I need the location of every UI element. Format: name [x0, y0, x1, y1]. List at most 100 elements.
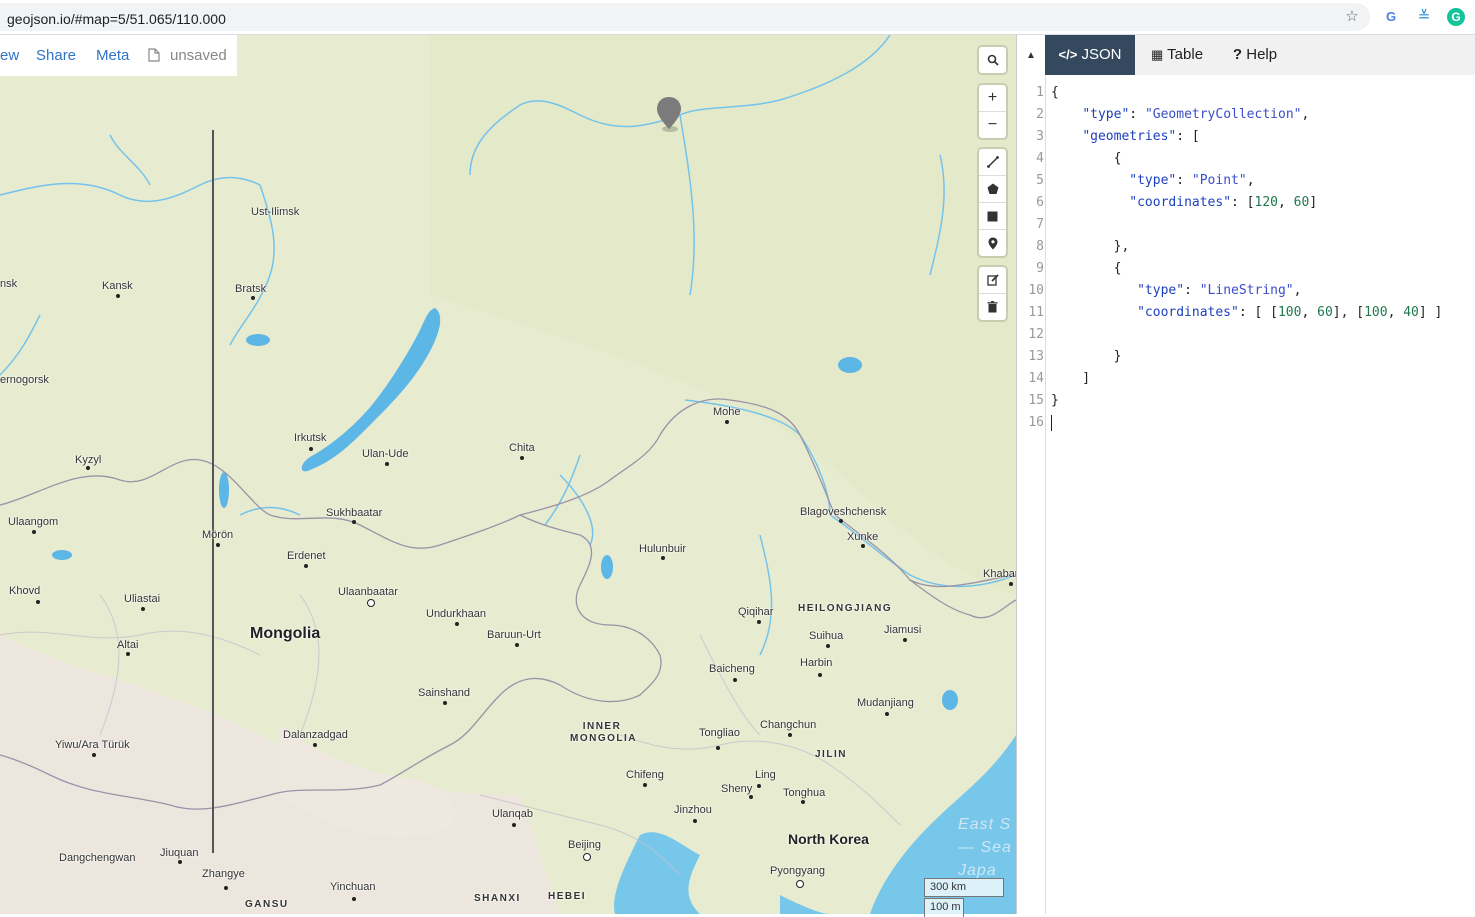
code-line: {: [1051, 85, 1059, 100]
code-line: [1051, 412, 1442, 434]
place-label: Baruun-Urt: [487, 629, 541, 641]
place-dot: [757, 784, 761, 788]
place-label: Qiqihar: [738, 606, 774, 618]
place-dot: [251, 296, 255, 300]
place-label: Sukhbaatar: [326, 507, 383, 519]
line-number: 5: [1036, 173, 1044, 188]
region-label: JILIN: [815, 749, 847, 760]
place-dot: [733, 678, 737, 682]
place-dot: [352, 520, 356, 524]
place-label: Ulan-Ude: [362, 448, 409, 460]
line-number: 16: [1028, 415, 1044, 430]
place-label: ernogorsk: [0, 374, 49, 386]
place-label: Chita: [509, 442, 535, 454]
code-line: "type": "GeometryCollection",: [1082, 107, 1310, 122]
collapse-arrow-icon[interactable]: ▲: [1026, 50, 1036, 61]
map-marker[interactable]: [654, 95, 684, 135]
place-label: Jiamusi: [884, 624, 922, 636]
place-dot: [455, 622, 459, 626]
code-line: "coordinates": [120, 60]: [1129, 195, 1318, 210]
edit-icon[interactable]: [979, 267, 1006, 294]
line-number: 11: [1028, 305, 1044, 320]
scale-bar-mi: 100 m: [924, 898, 964, 917]
tab-table-label: Table: [1167, 46, 1204, 63]
line-number: 6: [1036, 195, 1044, 210]
draw-rectangle-icon[interactable]: [979, 203, 1006, 230]
panel-tabs: </> JSON ▦ Table ? Help: [1045, 35, 1475, 75]
top-toolbar: ew Share Meta unsaved: [0, 35, 237, 76]
code-content[interactable]: { "type": "GeometryCollection", "geometr…: [1051, 82, 1442, 434]
line-number: 3: [1036, 129, 1044, 144]
place-dot: [224, 886, 228, 890]
tab-table[interactable]: ▦ Table: [1141, 35, 1213, 75]
place-dot: [86, 466, 90, 470]
line-number: 7: [1036, 217, 1044, 232]
tab-json[interactable]: </> JSON: [1045, 35, 1135, 75]
code-line: }: [1051, 349, 1122, 364]
draw-marker-icon[interactable]: [979, 230, 1006, 256]
tab-help[interactable]: ? Help: [1223, 35, 1287, 75]
place-dot: [309, 447, 313, 451]
place-dot: [313, 743, 317, 747]
draw-line-icon[interactable]: [979, 149, 1006, 176]
map-canvas[interactable]: Ust-Ilimsk Kansk Bratsk nsk ernogorsk Ir…: [0, 35, 1016, 914]
draw-polygon-icon[interactable]: [979, 176, 1006, 203]
line-number-gutter: 1 2 3 4 5 6 7 8 9 10 11 12 13 14 15 16: [1016, 82, 1044, 434]
place-label: Sainshand: [418, 687, 470, 699]
sea-label: East S — Sea Japa: [958, 816, 1012, 879]
place-label: Tonghua: [783, 787, 826, 799]
place-dot: [725, 420, 729, 424]
region-label: SHANXI: [474, 893, 521, 904]
place-dot: [32, 530, 36, 534]
place-label: Zhangye: [202, 868, 245, 880]
url-field[interactable]: geojson.io/#map=5/51.065/110.000: [0, 3, 1370, 31]
line-number: 14: [1028, 371, 1044, 386]
place-dot: [36, 600, 40, 604]
place-label: Altai: [117, 639, 139, 651]
new-menu[interactable]: ew: [0, 47, 19, 64]
place-dot: [861, 544, 865, 548]
star-icon[interactable]: ☆: [1343, 8, 1361, 26]
country-label: Mongolia: [250, 625, 321, 642]
feedly-icon[interactable]: ≚: [1415, 8, 1433, 26]
place-label: Uliastai: [124, 593, 161, 605]
code-line: },: [1051, 239, 1130, 254]
region-label: INNER MONGOLIA: [570, 721, 637, 744]
tab-help-label: Help: [1246, 46, 1278, 63]
place-dot: [1009, 582, 1013, 586]
line-number: 1: [1036, 85, 1044, 100]
place-dot: [443, 701, 447, 705]
line-number: 12: [1028, 327, 1044, 342]
zoom-control: + −: [979, 85, 1006, 138]
place-label: Changchun: [760, 719, 817, 731]
place-label: Erdenet: [287, 550, 326, 562]
grammarly-icon[interactable]: G: [1447, 8, 1465, 26]
search-icon[interactable]: [979, 47, 1006, 73]
place-dot: [385, 462, 389, 466]
code-icon: </>: [1058, 47, 1078, 62]
draw-control: [979, 149, 1006, 256]
code-line: {: [1051, 261, 1122, 276]
place-label: Bratsk: [235, 283, 267, 295]
place-label: Kansk: [102, 280, 133, 292]
code-line: }: [1051, 393, 1059, 408]
zoom-out-button[interactable]: −: [979, 112, 1006, 138]
place-label: Yiwu/Ara Türük: [55, 739, 130, 751]
place-dot: [818, 673, 822, 677]
place-label: Baicheng: [709, 663, 755, 675]
place-label: Ust-Ilimsk: [251, 206, 300, 218]
place-label: Harbin: [800, 657, 833, 669]
map-basemap: [0, 35, 1016, 914]
meta-menu[interactable]: Meta: [96, 47, 129, 64]
place-label: Chifeng: [626, 769, 664, 781]
code-line: "type": "LineString",: [1137, 283, 1302, 298]
share-menu[interactable]: Share: [36, 47, 76, 64]
delete-icon[interactable]: [979, 294, 1006, 320]
line-number: 13: [1028, 349, 1044, 364]
place-label: Beijing: [568, 839, 602, 851]
place-label: Khabar: [983, 568, 1016, 580]
zoom-in-button[interactable]: +: [979, 85, 1006, 112]
translate-icon[interactable]: G: [1382, 8, 1400, 26]
place-dot: [515, 643, 519, 647]
code-line: "coordinates": [ [100, 60], [100, 40] ]: [1137, 305, 1443, 320]
